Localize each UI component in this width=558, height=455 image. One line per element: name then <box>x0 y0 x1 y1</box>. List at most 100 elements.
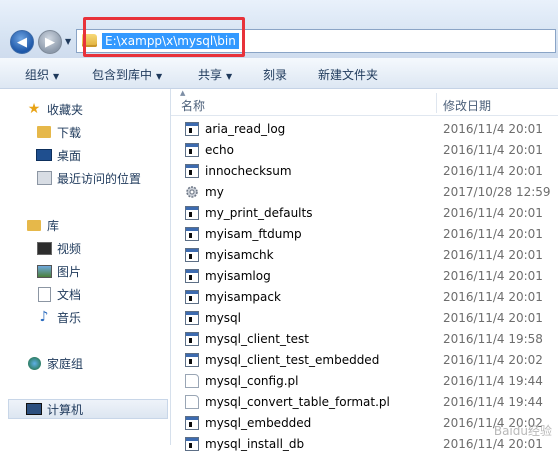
file-row[interactable]: myisampack 2016/11/4 20:01 <box>171 287 558 308</box>
nav-recent-places[interactable]: 最近访问的位置 <box>36 168 141 188</box>
file-row[interactable]: mysql 2016/11/4 20:01 <box>171 308 558 329</box>
column-header: ▲ 名称 修改日期 <box>171 89 558 116</box>
organize-menu[interactable]: 组织 ▼ <box>25 66 59 83</box>
file-name: mysql_install_db <box>205 437 305 451</box>
column-name[interactable]: 名称 <box>181 97 205 114</box>
nav-computer[interactable]: 计算机 <box>8 399 168 419</box>
file-name: mysql_embedded <box>205 416 312 430</box>
column-date-modified[interactable]: 修改日期 <box>443 97 491 114</box>
sort-ascending-icon: ▲ <box>180 89 186 97</box>
file-row[interactable]: echo 2016/11/4 20:01 <box>171 140 558 161</box>
file-date: 2016/11/4 20:01 <box>443 122 543 136</box>
file-date: 2016/11/4 20:01 <box>443 437 543 451</box>
executable-icon <box>185 416 199 430</box>
nav-libraries[interactable]: 库 <box>26 215 59 235</box>
desktop-icon <box>36 147 52 163</box>
executable-icon <box>185 311 199 325</box>
file-list: ▲ 名称 修改日期 aria_read_log 2016/11/4 20:01 ec… <box>171 89 558 451</box>
music-note-icon: ♪ <box>39 309 49 325</box>
new-folder-button[interactable]: 新建文件夹 <box>318 66 378 83</box>
homegroup-icon <box>26 355 42 371</box>
file-name: myisamchk <box>205 248 274 262</box>
text-file-icon <box>185 395 199 409</box>
caret-down-icon: ▼ <box>226 72 233 81</box>
nav-documents[interactable]: 文档 <box>36 284 81 304</box>
file-name: my <box>205 185 224 199</box>
burn-button[interactable]: 刻录 <box>263 66 287 83</box>
video-icon <box>36 240 52 256</box>
computer-icon <box>26 401 42 417</box>
downloads-folder-icon <box>36 124 52 140</box>
caret-down-icon: ▼ <box>53 72 60 81</box>
nav-downloads[interactable]: 下载 <box>36 122 81 142</box>
file-name: mysql_convert_table_format.pl <box>205 395 390 409</box>
picture-icon <box>36 263 52 279</box>
executable-icon <box>185 143 199 157</box>
executable-icon <box>185 227 199 241</box>
nav-videos[interactable]: 视频 <box>36 238 81 258</box>
file-date: 2016/11/4 20:01 <box>443 164 543 178</box>
star-icon: ★ <box>27 101 41 117</box>
caret-down-icon: ▼ <box>156 72 163 81</box>
file-date: 2016/11/4 20:01 <box>443 248 543 262</box>
file-date: 2016/11/4 20:01 <box>443 143 543 157</box>
executable-icon <box>185 437 199 451</box>
file-row[interactable]: myisam_ftdump 2016/11/4 20:01 <box>171 224 558 245</box>
document-icon <box>36 286 52 302</box>
file-row[interactable]: my 2017/10/28 12:59 <box>171 182 558 203</box>
text-file-icon <box>185 374 199 388</box>
watermark-logo: Baidu经验 <box>493 424 552 438</box>
file-name: my_print_defaults <box>205 206 313 220</box>
command-toolbar: 组织 ▼ 包含到库中 ▼ 共享 ▼ 刻录 新建文件夹 <box>0 58 558 89</box>
executable-icon <box>185 353 199 367</box>
include-library-menu[interactable]: 包含到库中 ▼ <box>92 66 162 83</box>
share-menu[interactable]: 共享 ▼ <box>198 66 232 83</box>
file-name: mysql_client_test_embedded <box>205 353 380 367</box>
executable-icon <box>185 332 199 346</box>
nav-homegroup[interactable]: 家庭组 <box>26 353 83 373</box>
file-row[interactable]: myisamchk 2016/11/4 20:01 <box>171 245 558 266</box>
file-name: aria_read_log <box>205 122 286 136</box>
executable-icon <box>185 248 199 262</box>
config-file-icon <box>185 185 199 199</box>
file-date: 2016/11/4 20:01 <box>443 227 543 241</box>
executable-icon <box>185 290 199 304</box>
nav-desktop[interactable]: 桌面 <box>36 145 81 165</box>
column-separator[interactable] <box>436 93 437 113</box>
file-name: mysql <box>205 311 241 325</box>
executable-icon <box>185 122 199 136</box>
library-icon <box>26 217 42 233</box>
file-date: 2016/11/4 19:58 <box>443 332 543 346</box>
executable-icon <box>185 206 199 220</box>
file-row[interactable]: mysql_convert_table_format.pl 2016/11/4 1… <box>171 392 558 413</box>
file-row[interactable]: mysql_client_test 2016/11/4 19:58 <box>171 329 558 350</box>
file-name: myisam_ftdump <box>205 227 302 241</box>
file-row[interactable]: innochecksum 2016/11/4 20:01 <box>171 161 558 182</box>
nav-music[interactable]: ♪ 音乐 <box>36 307 81 327</box>
file-row[interactable]: mysql_client_test_embedded 2016/11/4 20:0… <box>171 350 558 371</box>
executable-icon <box>185 269 199 283</box>
file-row[interactable]: mysql_config.pl 2016/11/4 19:44 <box>171 371 558 392</box>
file-name: myisamlog <box>205 269 271 283</box>
executable-icon <box>185 164 199 178</box>
file-date: 2016/11/4 19:44 <box>443 374 543 388</box>
recent-places-icon <box>36 170 52 186</box>
file-name: myisampack <box>205 290 281 304</box>
file-name: mysql_client_test <box>205 332 309 346</box>
nav-pictures[interactable]: 图片 <box>36 261 81 281</box>
file-name: echo <box>205 143 234 157</box>
file-name: innochecksum <box>205 164 292 178</box>
nav-favorites[interactable]: ★ 收藏夹 <box>26 99 83 119</box>
file-date: 2016/11/4 20:01 <box>443 290 543 304</box>
file-date: 2016/11/4 20:02 <box>443 353 543 367</box>
file-row[interactable]: aria_read_log 2016/11/4 20:01 <box>171 119 558 140</box>
file-date: 2017/10/28 12:59 <box>443 185 551 199</box>
file-row[interactable]: myisamlog 2016/11/4 20:01 <box>171 266 558 287</box>
navigation-pane: ★ 收藏夹 下载 桌面 最近访问的位置 库 视频 图片 文档 ♪ 音乐 家庭组 … <box>0 89 171 445</box>
file-date: 2016/11/4 20:01 <box>443 311 543 325</box>
file-date: 2016/11/4 19:44 <box>443 395 543 409</box>
file-date: 2016/11/4 20:01 <box>443 206 543 220</box>
file-row[interactable]: my_print_defaults 2016/11/4 20:01 <box>171 203 558 224</box>
file-date: 2016/11/4 20:01 <box>443 269 543 283</box>
file-name: mysql_config.pl <box>205 374 299 388</box>
